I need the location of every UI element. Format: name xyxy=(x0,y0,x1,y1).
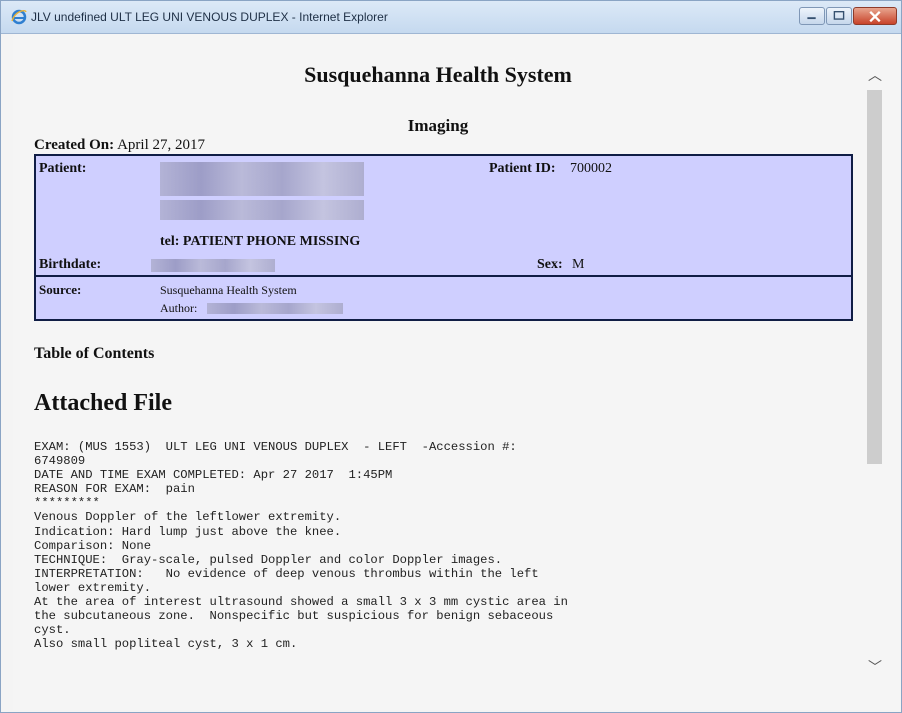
redacted-birthdate xyxy=(151,259,275,272)
chevron-down-icon[interactable]: ﹀ xyxy=(865,657,885,676)
redacted-patient-address xyxy=(160,200,364,220)
section-title: Imaging xyxy=(407,116,469,135)
attached-file-heading: Attached File xyxy=(34,390,172,416)
report-line: INTERPRETATION: No evidence of deep veno… xyxy=(34,566,539,581)
sex-value: M xyxy=(572,257,585,272)
source-value: Susquehanna Health System xyxy=(160,283,297,297)
report-line: the subcutaneous zone. Nonspecific but s… xyxy=(34,609,554,624)
sex-label: Sex: xyxy=(537,257,563,272)
redacted-patient-name xyxy=(160,162,364,196)
internet-explorer-icon xyxy=(11,9,27,25)
scrollbar-thumb[interactable] xyxy=(867,90,882,464)
report-line: ********* xyxy=(34,496,100,511)
patient-phone: tel: PATIENT PHONE MISSING xyxy=(160,234,361,249)
maximize-icon xyxy=(833,11,845,20)
document-view[interactable]: Susquehanna Health System Imaging Create… xyxy=(13,34,863,710)
report-line: Venous Doppler of the leftlower extremit… xyxy=(34,510,342,525)
report-line: EXAM: (MUS 1553) ULT LEG UNI VENOUS DUPL… xyxy=(34,440,517,454)
source-info-box: Source: Susquehanna Health System Author… xyxy=(34,275,853,321)
table-of-contents-heading: Table of Contents xyxy=(34,345,155,362)
minimize-icon xyxy=(807,17,816,20)
maximize-button[interactable] xyxy=(826,7,852,25)
patient-label: Patient: xyxy=(39,161,87,176)
patient-info-box: Patient: tel: PATIENT PHONE MISSING Pati… xyxy=(34,154,853,277)
report-text: EXAM: (MUS 1553) ULT LEG UNI VENOUS DUPL… xyxy=(34,440,568,651)
report-line: DATE AND TIME EXAM COMPLETED: Apr 27 201… xyxy=(34,468,393,483)
author-label: Author: xyxy=(160,301,198,315)
report-line: Also small popliteal cyst, 3 x 1 cm. xyxy=(34,637,298,652)
birthdate-label: Birthdate: xyxy=(39,257,102,272)
organization-title: Susquehanna Health System xyxy=(304,62,572,87)
vertical-scrollbar[interactable]: ︿ ﹀ xyxy=(863,34,901,710)
report-line: TECHNIQUE: Gray-scale, pulsed Doppler an… xyxy=(34,552,503,567)
minimize-button[interactable] xyxy=(799,7,825,25)
browser-window: JLV undefined ULT LEG UNI VENOUS DUPLEX … xyxy=(0,0,902,713)
report-line: cyst. xyxy=(34,623,71,638)
chevron-up-icon[interactable]: ︿ xyxy=(865,65,885,84)
source-label: Source: xyxy=(39,282,82,297)
report-line: Comparison: None xyxy=(34,538,152,553)
close-button[interactable] xyxy=(853,7,897,25)
created-value: April 27, 2017 xyxy=(117,137,205,153)
report-line: REASON FOR EXAM: pain xyxy=(34,482,195,497)
report-line: 6749809 xyxy=(34,454,86,469)
redacted-author xyxy=(207,303,343,314)
created-on: Created On: April 27, 2017 xyxy=(34,137,205,154)
close-icon xyxy=(869,11,881,23)
title-bar[interactable]: JLV undefined ULT LEG UNI VENOUS DUPLEX … xyxy=(1,1,901,34)
report-line: At the area of interest ultrasound showe… xyxy=(34,595,568,610)
patient-id-label: Patient ID: xyxy=(489,161,556,176)
report-line: lower extremity. xyxy=(34,580,152,595)
patient-id-value: 700002 xyxy=(570,161,612,176)
created-label: Created On: xyxy=(34,137,115,153)
report-line: Indication: Hard lump just above the kne… xyxy=(34,524,342,539)
window-title: JLV undefined ULT LEG UNI VENOUS DUPLEX … xyxy=(31,10,388,24)
